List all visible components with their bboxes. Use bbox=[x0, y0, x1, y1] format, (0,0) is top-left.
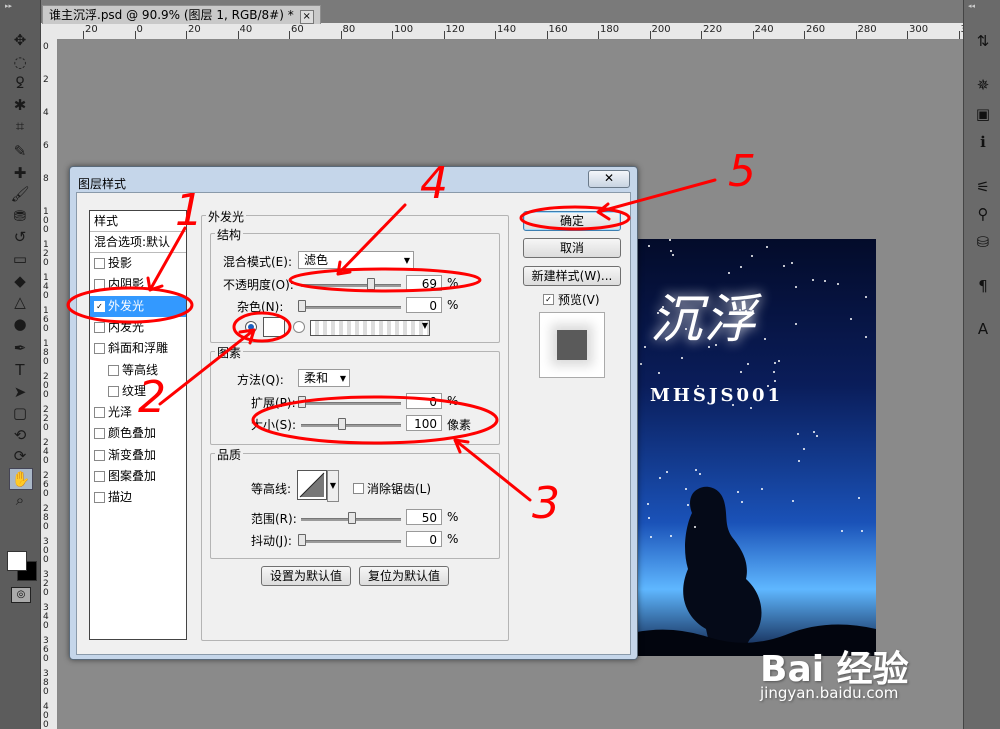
annotation-circle-outer-glow bbox=[66, 286, 194, 324]
annotation-number-1: 1 bbox=[175, 185, 203, 236]
annotation-overlay: 1 2 3 4 5 bbox=[66, 146, 756, 529]
annotation-circle-opacity bbox=[288, 267, 482, 293]
annotation-circle-ok bbox=[519, 205, 631, 231]
annotation-arrow-4 bbox=[336, 203, 407, 276]
annotation-arrow-2 bbox=[158, 328, 256, 406]
annotation-number-4: 4 bbox=[420, 158, 448, 209]
annotation-arrow-1 bbox=[146, 226, 187, 292]
annotation-arrow-3 bbox=[453, 438, 532, 502]
annotation-number-5: 5 bbox=[728, 146, 756, 197]
annotation-number-3: 3 bbox=[532, 478, 560, 529]
annotation-circle-size bbox=[251, 395, 499, 445]
annotation-arrow-5 bbox=[596, 178, 717, 221]
annotation-circle-color bbox=[232, 311, 292, 343]
annotation-number-2: 2 bbox=[138, 372, 166, 423]
